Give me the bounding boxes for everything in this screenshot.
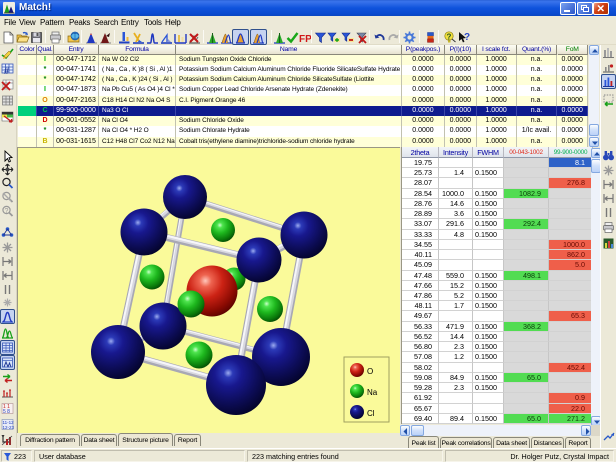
svg-text:?: ? <box>446 33 451 42</box>
svg-text:Cl: Cl <box>367 409 375 418</box>
svg-text:?: ? <box>5 208 9 215</box>
svg-text:#: # <box>4 66 9 76</box>
svg-text:Na: Na <box>367 388 378 397</box>
svg-text:O: O <box>367 367 373 376</box>
svg-text:12-23: 12-23 <box>3 425 15 430</box>
svg-text:5 8: 5 8 <box>3 409 10 415</box>
svg-text:?: ? <box>464 32 470 43</box>
